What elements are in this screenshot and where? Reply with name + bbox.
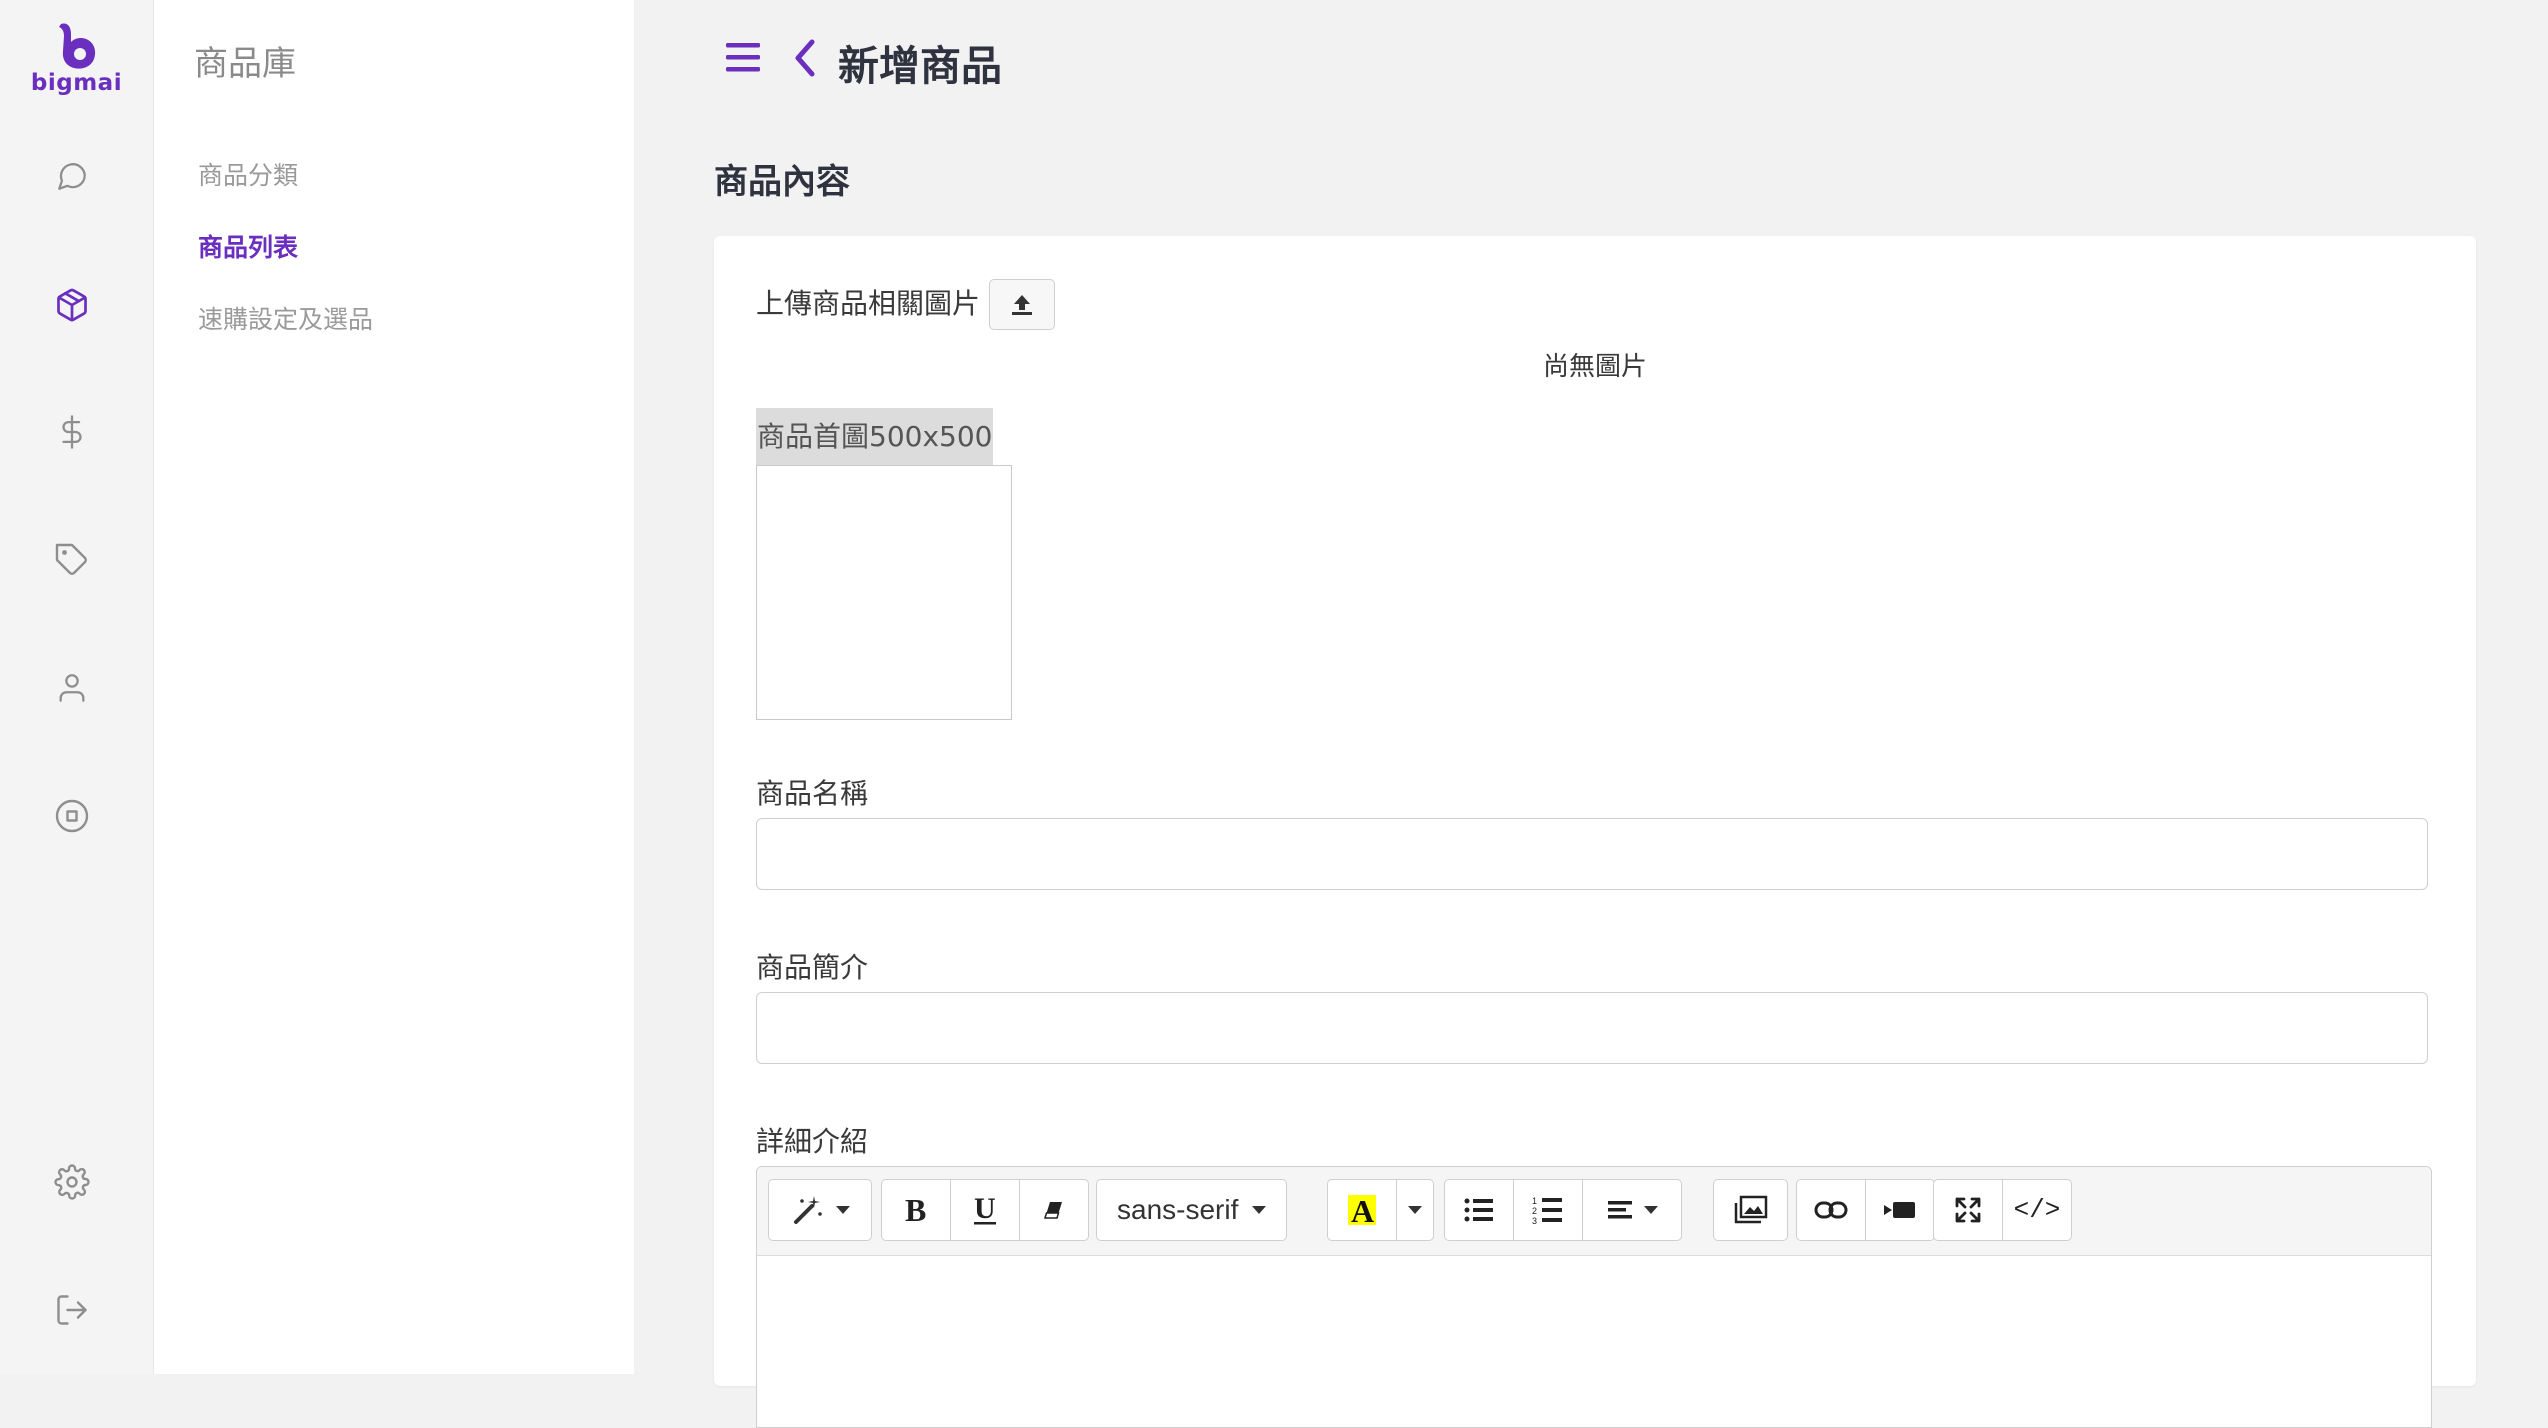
text-color-button[interactable]: A: [1327, 1179, 1397, 1241]
svg-text:U: U: [974, 1193, 996, 1225]
insert-picture-button[interactable]: [1713, 1179, 1788, 1241]
svg-text:A: A: [1351, 1193, 1374, 1227]
magic-wand-icon: [794, 1196, 822, 1224]
svg-text:1: 1: [1532, 1196, 1537, 1206]
rich-text-editor: B U sans-serif A 1 2 3 </>: [756, 1166, 2432, 1428]
editor-content-area[interactable]: [757, 1255, 2431, 1427]
product-detail-label: 詳細介紹: [756, 1125, 869, 1158]
underline-icon: U: [974, 1193, 996, 1225]
brand-logo[interactable]: bigmai: [0, 20, 153, 96]
subnav-item-quick-buy-settings[interactable]: 速購設定及選品: [198, 300, 373, 336]
ordered-list-icon: 123: [1532, 1196, 1562, 1225]
brand-name: bigmai: [30, 70, 123, 96]
secondary-sidebar: 商品庫 商品分類 商品列表 速購設定及選品: [154, 0, 634, 1374]
logout-icon[interactable]: [48, 1286, 96, 1334]
gear-icon[interactable]: [48, 1158, 96, 1206]
product-name-label: 商品名稱: [756, 777, 869, 810]
picture-icon: [1734, 1195, 1767, 1224]
svg-text:3: 3: [1532, 1216, 1537, 1225]
bullet-list-button[interactable]: [1444, 1179, 1514, 1241]
upload-icon: [1012, 294, 1032, 315]
subnav-item-product-list[interactable]: 商品列表: [198, 228, 298, 264]
eraser-icon: [1043, 1202, 1062, 1219]
tag-icon[interactable]: [48, 536, 96, 584]
editor-toolbar: B U sans-serif A 1 2 3 </>: [757, 1167, 2431, 1256]
code-view-button[interactable]: </>: [2002, 1179, 2072, 1241]
svg-text:B: B: [905, 1194, 926, 1226]
style-dropdown-button[interactable]: [768, 1179, 872, 1241]
align-icon: [1608, 1201, 1632, 1219]
package-box-icon[interactable]: [48, 281, 96, 329]
svg-text:2: 2: [1532, 1206, 1537, 1216]
user-icon[interactable]: [48, 664, 96, 712]
section-title: 商品內容: [714, 162, 850, 202]
insert-link-button[interactable]: [1796, 1179, 1866, 1241]
product-summary-input[interactable]: [756, 992, 2428, 1064]
product-form-card: 上傳商品相關圖片 尚無圖片 商品首圖500x500 商品名稱 商品簡介 詳細介紹…: [714, 236, 2476, 1428]
font-family-value: sans-serif: [1117, 1194, 1239, 1225]
back-chevron-icon[interactable]: [790, 34, 820, 82]
cover-image-label: 商品首圖500x500: [756, 408, 994, 466]
chevron-down-icon: [1252, 1206, 1267, 1214]
subnav-title: 商品庫: [194, 44, 296, 84]
bullet-list-icon: [1464, 1198, 1493, 1222]
brand-logo-mark: [58, 23, 95, 69]
product-summary-label: 商品簡介: [756, 951, 869, 984]
font-family-dropdown[interactable]: sans-serif: [1096, 1179, 1288, 1241]
eraser-button[interactable]: [1019, 1179, 1089, 1241]
product-name-input[interactable]: [756, 818, 2428, 890]
subnav-item-categories[interactable]: 商品分類: [198, 156, 298, 192]
upload-button[interactable]: [989, 279, 1055, 330]
dollar-icon[interactable]: [48, 408, 96, 456]
chevron-down-icon: [1408, 1206, 1422, 1214]
text-color-icon: A: [1348, 1193, 1376, 1227]
chevron-down-icon: [1644, 1206, 1658, 1214]
color-dropdown-button[interactable]: [1396, 1179, 1434, 1241]
insert-video-button[interactable]: [1865, 1179, 1935, 1241]
align-dropdown-button[interactable]: [1582, 1179, 1682, 1241]
bold-icon: B: [905, 1194, 926, 1226]
upload-label: 上傳商品相關圖片: [756, 287, 981, 320]
underline-button[interactable]: U: [950, 1179, 1020, 1241]
no-image-text: 尚無圖片: [1542, 352, 1647, 382]
hamburger-menu-icon[interactable]: [722, 36, 766, 80]
link-icon: [1814, 1201, 1848, 1219]
code-view-icon: </>: [2013, 1195, 2061, 1225]
ordered-list-button[interactable]: 123: [1513, 1179, 1583, 1241]
fullscreen-button[interactable]: [1933, 1179, 2003, 1241]
video-icon: [1884, 1202, 1915, 1218]
chevron-down-icon: [836, 1206, 850, 1214]
page-title: 新增商品: [838, 42, 1002, 90]
stop-circle-icon[interactable]: [48, 792, 96, 840]
cover-image-placeholder[interactable]: [756, 465, 1012, 720]
bold-button[interactable]: B: [881, 1179, 951, 1241]
icon-rail: bigmai: [0, 0, 154, 1374]
fullscreen-icon: [1955, 1197, 1981, 1223]
chat-bubble-icon[interactable]: [48, 152, 96, 200]
